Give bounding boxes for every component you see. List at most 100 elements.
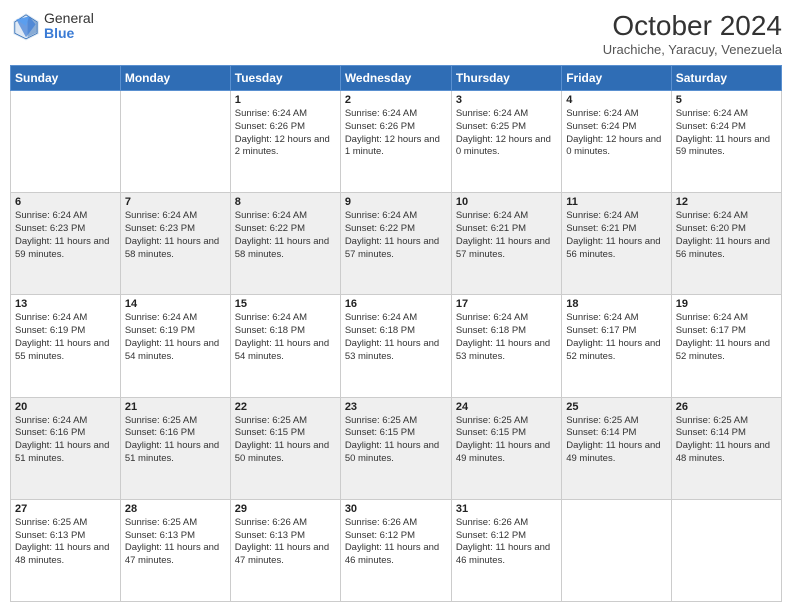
calendar-cell: 17 Sunrise: 6:24 AM Sunset: 6:18 PM Dayli…	[451, 295, 561, 397]
day-number: 7	[125, 196, 226, 208]
day-number: 11	[566, 196, 666, 208]
calendar-cell: 13Sunrise: 6:24 AM Sunset: 6:19 PM Dayli…	[11, 295, 121, 397]
day-info: Sunrise: 6:24 AM Sunset: 6:21 PM Dayligh…	[566, 210, 666, 261]
day-info: Sunrise: 6:24 AM Sunset: 6:18 PM Dayligh…	[456, 312, 557, 363]
month-title: October 2024	[603, 10, 782, 42]
logo-general-text: General	[44, 11, 94, 26]
day-number: 31	[456, 503, 557, 515]
calendar-header-row: Sunday Monday Tuesday Wednesday Thursday…	[11, 66, 782, 91]
calendar-cell: 31 Sunrise: 6:26 AM Sunset: 6:12 PM Dayli…	[451, 499, 561, 601]
day-info: Sunrise: 6:24 AM Sunset: 6:24 PM Dayligh…	[566, 108, 666, 159]
col-sunday: Sunday	[11, 66, 121, 91]
logo: General Blue	[10, 10, 94, 42]
calendar-cell	[562, 499, 671, 601]
day-number: 27	[15, 503, 116, 515]
calendar-cell: 27 Sunrise: 6:25 AM Sunset: 6:13 PM Dayli…	[11, 499, 121, 601]
calendar-cell: 20 Sunrise: 6:24 AM Sunset: 6:16 PM Dayli…	[11, 397, 121, 499]
day-number: 21	[125, 401, 226, 413]
logo-icon	[10, 10, 42, 42]
day-number: 23	[345, 401, 447, 413]
day-info: Sunrise: 6:24 AM Sunset: 6:22 PM Dayligh…	[345, 210, 447, 261]
day-info: Sunrise: 6:24 AM Sunset: 6:19 PM Dayligh…	[15, 312, 116, 363]
col-tuesday: Tuesday	[230, 66, 340, 91]
day-number: 4	[566, 94, 666, 106]
day-number: 29	[235, 503, 336, 515]
title-block: October 2024 Urachiche, Yaracuy, Venezue…	[603, 10, 782, 57]
calendar-cell: 12 Sunrise: 6:24 AM Sunset: 6:20 PM Dayli…	[671, 193, 781, 295]
day-number: 20	[15, 401, 116, 413]
day-number: 25	[566, 401, 666, 413]
day-info: Sunrise: 6:26 AM Sunset: 6:12 PM Dayligh…	[456, 517, 557, 568]
location: Urachiche, Yaracuy, Venezuela	[603, 42, 782, 57]
day-info: Sunrise: 6:24 AM Sunset: 6:17 PM Dayligh…	[566, 312, 666, 363]
day-info: Sunrise: 6:24 AM Sunset: 6:26 PM Dayligh…	[345, 108, 447, 159]
calendar-week-3: 13Sunrise: 6:24 AM Sunset: 6:19 PM Dayli…	[11, 295, 782, 397]
day-info: Sunrise: 6:24 AM Sunset: 6:23 PM Dayligh…	[125, 210, 226, 261]
day-number: 24	[456, 401, 557, 413]
day-number: 3	[456, 94, 557, 106]
calendar-week-2: 6Sunrise: 6:24 AM Sunset: 6:23 PM Daylig…	[11, 193, 782, 295]
day-info: Sunrise: 6:24 AM Sunset: 6:17 PM Dayligh…	[676, 312, 777, 363]
calendar-cell: 3Sunrise: 6:24 AM Sunset: 6:25 PM Daylig…	[451, 91, 561, 193]
calendar-cell: 16 Sunrise: 6:24 AM Sunset: 6:18 PM Dayli…	[340, 295, 451, 397]
day-info: Sunrise: 6:24 AM Sunset: 6:24 PM Dayligh…	[676, 108, 777, 159]
day-number: 12	[676, 196, 777, 208]
day-number: 5	[676, 94, 777, 106]
day-number: 30	[345, 503, 447, 515]
day-number: 1	[235, 94, 336, 106]
calendar-cell: 10Sunrise: 6:24 AM Sunset: 6:21 PM Dayli…	[451, 193, 561, 295]
day-info: Sunrise: 6:24 AM Sunset: 6:20 PM Dayligh…	[676, 210, 777, 261]
day-number: 8	[235, 196, 336, 208]
calendar-cell: 29 Sunrise: 6:26 AM Sunset: 6:13 PM Dayli…	[230, 499, 340, 601]
calendar-cell: 24 Sunrise: 6:25 AM Sunset: 6:15 PM Dayli…	[451, 397, 561, 499]
calendar-cell	[120, 91, 230, 193]
calendar-cell: 28 Sunrise: 6:25 AM Sunset: 6:13 PM Dayli…	[120, 499, 230, 601]
day-info: Sunrise: 6:25 AM Sunset: 6:14 PM Dayligh…	[566, 415, 666, 466]
calendar-week-1: 1 Sunrise: 6:24 AM Sunset: 6:26 PM Daylig…	[11, 91, 782, 193]
calendar-cell: 5 Sunrise: 6:24 AM Sunset: 6:24 PM Daylig…	[671, 91, 781, 193]
day-number: 14	[125, 298, 226, 310]
day-number: 22	[235, 401, 336, 413]
calendar-cell: 14Sunrise: 6:24 AM Sunset: 6:19 PM Dayli…	[120, 295, 230, 397]
calendar-cell: 7 Sunrise: 6:24 AM Sunset: 6:23 PM Daylig…	[120, 193, 230, 295]
calendar-cell: 22 Sunrise: 6:25 AM Sunset: 6:15 PM Dayli…	[230, 397, 340, 499]
col-saturday: Saturday	[671, 66, 781, 91]
day-info: Sunrise: 6:24 AM Sunset: 6:21 PM Dayligh…	[456, 210, 557, 261]
day-number: 16	[345, 298, 447, 310]
calendar-cell	[11, 91, 121, 193]
calendar-cell: 1 Sunrise: 6:24 AM Sunset: 6:26 PM Daylig…	[230, 91, 340, 193]
day-number: 18	[566, 298, 666, 310]
day-info: Sunrise: 6:24 AM Sunset: 6:18 PM Dayligh…	[235, 312, 336, 363]
day-number: 2	[345, 94, 447, 106]
calendar-cell: 23 Sunrise: 6:25 AM Sunset: 6:15 PM Dayli…	[340, 397, 451, 499]
day-info: Sunrise: 6:25 AM Sunset: 6:15 PM Dayligh…	[235, 415, 336, 466]
col-wednesday: Wednesday	[340, 66, 451, 91]
calendar-cell: 18 Sunrise: 6:24 AM Sunset: 6:17 PM Dayli…	[562, 295, 671, 397]
calendar-week-4: 20 Sunrise: 6:24 AM Sunset: 6:16 PM Dayli…	[11, 397, 782, 499]
calendar-cell: 9 Sunrise: 6:24 AM Sunset: 6:22 PM Daylig…	[340, 193, 451, 295]
day-number: 17	[456, 298, 557, 310]
calendar-cell: 21 Sunrise: 6:25 AM Sunset: 6:16 PM Dayli…	[120, 397, 230, 499]
logo-text: General Blue	[44, 11, 94, 42]
calendar-cell	[671, 499, 781, 601]
day-info: Sunrise: 6:25 AM Sunset: 6:16 PM Dayligh…	[125, 415, 226, 466]
calendar-cell: 8 Sunrise: 6:24 AM Sunset: 6:22 PM Daylig…	[230, 193, 340, 295]
day-info: Sunrise: 6:26 AM Sunset: 6:13 PM Dayligh…	[235, 517, 336, 568]
day-number: 9	[345, 196, 447, 208]
calendar-cell: 11 Sunrise: 6:24 AM Sunset: 6:21 PM Dayli…	[562, 193, 671, 295]
day-info: Sunrise: 6:24 AM Sunset: 6:22 PM Dayligh…	[235, 210, 336, 261]
day-info: Sunrise: 6:25 AM Sunset: 6:14 PM Dayligh…	[676, 415, 777, 466]
day-info: Sunrise: 6:25 AM Sunset: 6:15 PM Dayligh…	[345, 415, 447, 466]
day-info: Sunrise: 6:25 AM Sunset: 6:15 PM Dayligh…	[456, 415, 557, 466]
day-info: Sunrise: 6:24 AM Sunset: 6:26 PM Dayligh…	[235, 108, 336, 159]
day-info: Sunrise: 6:25 AM Sunset: 6:13 PM Dayligh…	[125, 517, 226, 568]
day-info: Sunrise: 6:24 AM Sunset: 6:16 PM Dayligh…	[15, 415, 116, 466]
col-thursday: Thursday	[451, 66, 561, 91]
day-number: 19	[676, 298, 777, 310]
day-number: 28	[125, 503, 226, 515]
calendar-cell: 15Sunrise: 6:24 AM Sunset: 6:18 PM Dayli…	[230, 295, 340, 397]
day-info: Sunrise: 6:24 AM Sunset: 6:18 PM Dayligh…	[345, 312, 447, 363]
header: General Blue October 2024 Urachiche, Yar…	[10, 10, 782, 57]
calendar-week-5: 27 Sunrise: 6:25 AM Sunset: 6:13 PM Dayli…	[11, 499, 782, 601]
day-info: Sunrise: 6:25 AM Sunset: 6:13 PM Dayligh…	[15, 517, 116, 568]
